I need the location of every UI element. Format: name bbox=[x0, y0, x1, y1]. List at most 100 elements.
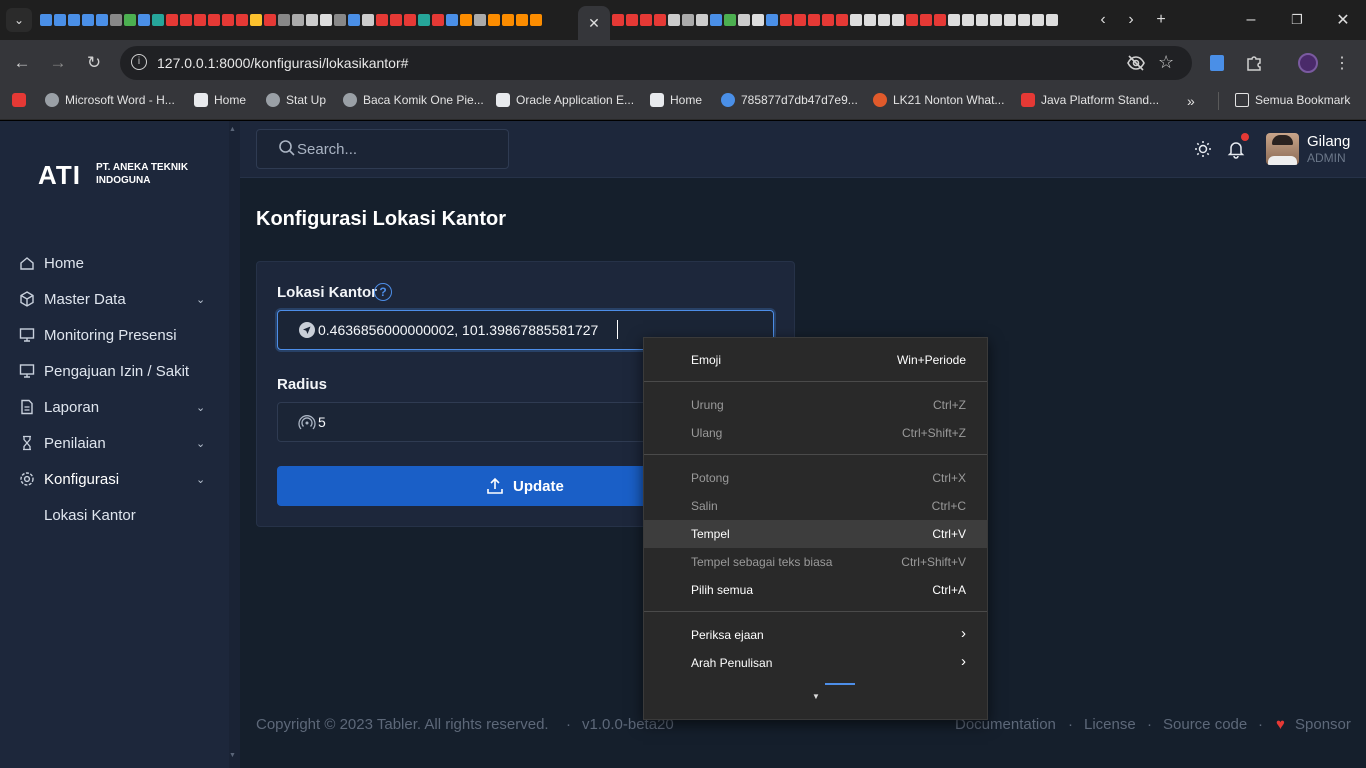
heart-icon: ♥ bbox=[1276, 716, 1285, 733]
menu-icon[interactable]: ⋮ bbox=[1334, 53, 1350, 73]
close-window-icon[interactable]: ✕ bbox=[1329, 8, 1357, 32]
monitor-icon bbox=[18, 362, 36, 380]
radius-label: Radius bbox=[277, 376, 328, 393]
url-text[interactable]: 127.0.0.1:8000/konfigurasi/lokasikantor# bbox=[157, 55, 408, 71]
bookmark-item[interactable]: LK21 Nonton What... bbox=[873, 93, 1004, 107]
sidebar-item-home[interactable]: Home bbox=[0, 245, 224, 281]
tab-search-button[interactable]: ⌄ bbox=[6, 8, 32, 32]
footer-link-source-code[interactable]: Source code bbox=[1163, 716, 1247, 733]
star-icon[interactable]: ☆ bbox=[1158, 52, 1174, 73]
restore-icon[interactable]: ❐ bbox=[1283, 8, 1311, 32]
bookmark-item[interactable]: Java Platform Stand... bbox=[1021, 93, 1159, 107]
search-icon bbox=[278, 139, 296, 157]
profile-avatar-icon[interactable] bbox=[1298, 53, 1318, 73]
bookmark-youtube[interactable] bbox=[12, 93, 26, 107]
sidebar-item-pengajuan-izin[interactable]: Pengajuan Izin / Sakit bbox=[0, 353, 224, 389]
radar-icon bbox=[298, 413, 316, 431]
context-menu-item-potong[interactable]: Potong Ctrl+X bbox=[644, 464, 987, 492]
bookmark-item[interactable]: Stat Up bbox=[266, 93, 326, 107]
reload-icon[interactable]: ↻ bbox=[80, 51, 108, 75]
bookmark-item[interactable]: Baca Komik One Pie... bbox=[343, 93, 484, 107]
user-role: ADMIN bbox=[1307, 151, 1346, 165]
chevron-down-icon: ⌄ bbox=[196, 401, 206, 414]
context-menu-item-pilih-semua[interactable]: Pilih semua Ctrl+A bbox=[644, 576, 987, 604]
sidebar-item-master-data[interactable]: Master Data ⌄ bbox=[0, 281, 224, 317]
context-menu-item-salin[interactable]: Salin Ctrl+C bbox=[644, 492, 987, 520]
context-menu-item-tempel-teks-biasa[interactable]: Tempel sebagai teks biasa Ctrl+Shift+V bbox=[644, 548, 987, 576]
context-menu-item-urung[interactable]: Urung Ctrl+Z bbox=[644, 391, 987, 419]
active-tab-close-button[interactable]: ✕ bbox=[578, 6, 610, 40]
sidebar-item-monitoring-presensi[interactable]: Monitoring Presensi bbox=[0, 317, 224, 353]
help-icon[interactable]: ? bbox=[374, 283, 392, 301]
bookmark-item[interactable]: Microsoft Word - H... bbox=[45, 93, 175, 107]
monitor-icon bbox=[18, 326, 36, 344]
scroll-up-icon[interactable]: ▲ bbox=[229, 126, 236, 133]
forward-icon[interactable]: → bbox=[44, 51, 72, 75]
bookmark-item[interactable]: 785877d7db47d7e9... bbox=[721, 93, 858, 107]
bookmark-divider bbox=[1218, 92, 1219, 110]
more-bookmarks-icon[interactable]: » bbox=[1187, 93, 1195, 109]
tab-scroll-left-icon[interactable]: ‹ bbox=[1089, 8, 1117, 32]
context-menu-divider bbox=[644, 454, 987, 455]
chevron-down-icon: ⌄ bbox=[196, 473, 206, 486]
update-button-label[interactable]: Update bbox=[513, 478, 564, 495]
puzzle-icon[interactable] bbox=[1245, 54, 1263, 72]
brand-logo[interactable]: ATI bbox=[38, 160, 81, 191]
sidebar-scrollbar[interactable] bbox=[229, 121, 240, 768]
bookmark-item[interactable]: Home bbox=[650, 93, 702, 107]
home-icon bbox=[18, 254, 36, 272]
new-tab-icon[interactable]: + bbox=[1147, 8, 1175, 32]
sun-icon[interactable] bbox=[1193, 139, 1213, 159]
footer-dot: · bbox=[1068, 716, 1073, 733]
footer-dot: · bbox=[1147, 716, 1152, 733]
sidebar-item-lokasi-kantor[interactable]: Lokasi Kantor bbox=[0, 497, 224, 533]
sidebar-item-penilaian[interactable]: Penilaian ⌄ bbox=[0, 425, 224, 461]
sidebar-item-laporan[interactable]: Laporan ⌄ bbox=[0, 389, 224, 425]
chevron-down-icon: ⌄ bbox=[196, 437, 206, 450]
site-info-icon[interactable]: i bbox=[131, 54, 147, 70]
context-menu-item-periksa-ejaan[interactable]: Periksa ejaan › bbox=[644, 621, 987, 649]
eye-off-icon[interactable] bbox=[1126, 53, 1146, 73]
context-menu-scroll-down-icon[interactable]: ▼ bbox=[812, 692, 820, 701]
page-title: Konfigurasi Lokasi Kantor bbox=[256, 208, 507, 230]
chevron-down-icon: ⌄ bbox=[196, 293, 206, 306]
extension-icon[interactable] bbox=[1210, 55, 1224, 71]
footer-dot: · bbox=[566, 716, 571, 733]
context-menu-item-emoji[interactable]: Emoji Win+Periode bbox=[644, 346, 987, 374]
context-menu-item-ulang[interactable]: Ulang Ctrl+Shift+Z bbox=[644, 419, 987, 447]
file-icon bbox=[18, 398, 36, 416]
back-icon[interactable]: ← bbox=[8, 51, 36, 75]
footer-copyright: Copyright © 2023 Tabler. All rights rese… bbox=[256, 716, 549, 733]
user-name[interactable]: Gilang bbox=[1307, 133, 1350, 150]
context-menu-item-arah-penulisan[interactable]: Arah Penulisan › bbox=[644, 649, 987, 677]
context-menu-divider bbox=[644, 381, 987, 382]
bell-icon[interactable] bbox=[1226, 139, 1246, 159]
gear-icon bbox=[18, 470, 36, 488]
lokasi-kantor-value[interactable]: 0.4636856000000002, 101.39867885581727 bbox=[318, 322, 598, 338]
notification-badge bbox=[1241, 133, 1249, 141]
minimize-icon[interactable]: – bbox=[1237, 8, 1265, 32]
hourglass-icon bbox=[18, 434, 36, 452]
radius-value[interactable]: 5 bbox=[318, 414, 326, 430]
tab-scroll-right-icon[interactable]: › bbox=[1117, 8, 1145, 32]
tab-favicons-right[interactable] bbox=[612, 11, 1082, 29]
all-bookmarks-folder[interactable]: Semua Bookmark bbox=[1235, 93, 1350, 107]
search-placeholder[interactable]: Search... bbox=[297, 141, 357, 158]
text-cursor bbox=[617, 320, 618, 339]
context-menu: Emoji Win+Periode Urung Ctrl+Z Ulang Ctrl+S… bbox=[643, 337, 988, 720]
bookmark-item[interactable]: Home bbox=[194, 93, 246, 107]
bookmark-item[interactable]: Oracle Application E... bbox=[496, 93, 634, 107]
scroll-indicator bbox=[825, 683, 855, 685]
footer-dot: · bbox=[1258, 716, 1263, 733]
avatar[interactable] bbox=[1266, 133, 1299, 165]
context-menu-item-tempel[interactable]: Tempel Ctrl+V bbox=[644, 520, 987, 548]
brand-company-name: PT. ANEKA TEKNIK INDOGUNA bbox=[96, 162, 189, 186]
footer-link-sponsor[interactable]: Sponsor bbox=[1295, 716, 1351, 733]
footer-link-license[interactable]: License bbox=[1084, 716, 1136, 733]
context-menu-divider bbox=[644, 611, 987, 612]
location-arrow-icon bbox=[298, 321, 316, 339]
sidebar-item-konfigurasi[interactable]: Konfigurasi ⌄ bbox=[0, 461, 224, 497]
package-icon bbox=[18, 290, 36, 308]
lokasi-kantor-label: Lokasi Kantor bbox=[277, 284, 378, 301]
scroll-down-icon[interactable]: ▼ bbox=[229, 752, 236, 759]
